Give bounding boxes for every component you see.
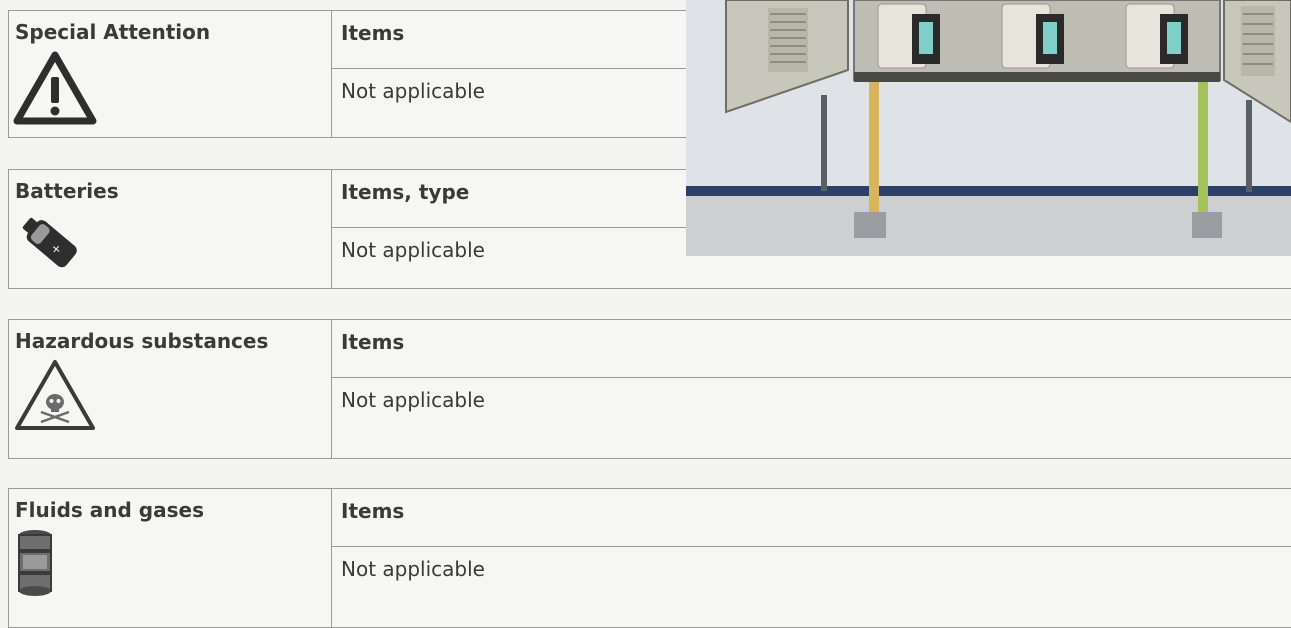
special-attention-label: Special Attention: [15, 20, 211, 44]
special-attention-header: Items: [341, 21, 405, 45]
batteries-header: Items, type: [341, 180, 470, 204]
warning-triangle-icon: [13, 51, 97, 129]
hazardous-substances-label: Hazardous substances: [15, 329, 269, 353]
batteries-label-cell: Batteries +: [9, 170, 332, 288]
batteries-value: Not applicable: [341, 238, 485, 262]
hazardous-substances-value: Not applicable: [341, 388, 485, 412]
fluids-and-gases-label: Fluids and gases: [15, 498, 204, 522]
fluids-and-gases-header: Items: [341, 499, 405, 523]
fluids-and-gases-section: Fluids and gases Items Not applicable: [8, 488, 1291, 628]
fluids-and-gases-label-cell: Fluids and gases: [9, 489, 332, 627]
hazardous-substances-label-cell: Hazardous substances: [9, 320, 332, 458]
hazardous-substances-header-cell: Items: [332, 320, 1291, 378]
battery-icon: +: [13, 210, 89, 280]
fluids-and-gases-header-cell: Items: [332, 489, 1291, 547]
special-attention-label-cell: Special Attention: [9, 11, 332, 137]
hazardous-substances-header: Items: [341, 330, 405, 354]
hazardous-substances-section: Hazardous substances Items Not applicabl…: [8, 319, 1291, 459]
fluids-and-gases-value: Not applicable: [341, 557, 485, 581]
batteries-label: Batteries: [15, 179, 119, 203]
skull-crossbones-hazard-icon: [13, 358, 97, 436]
electrical-cabinet-photo: [686, 0, 1291, 256]
barrel-icon: [15, 527, 55, 603]
special-attention-value: Not applicable: [341, 79, 485, 103]
